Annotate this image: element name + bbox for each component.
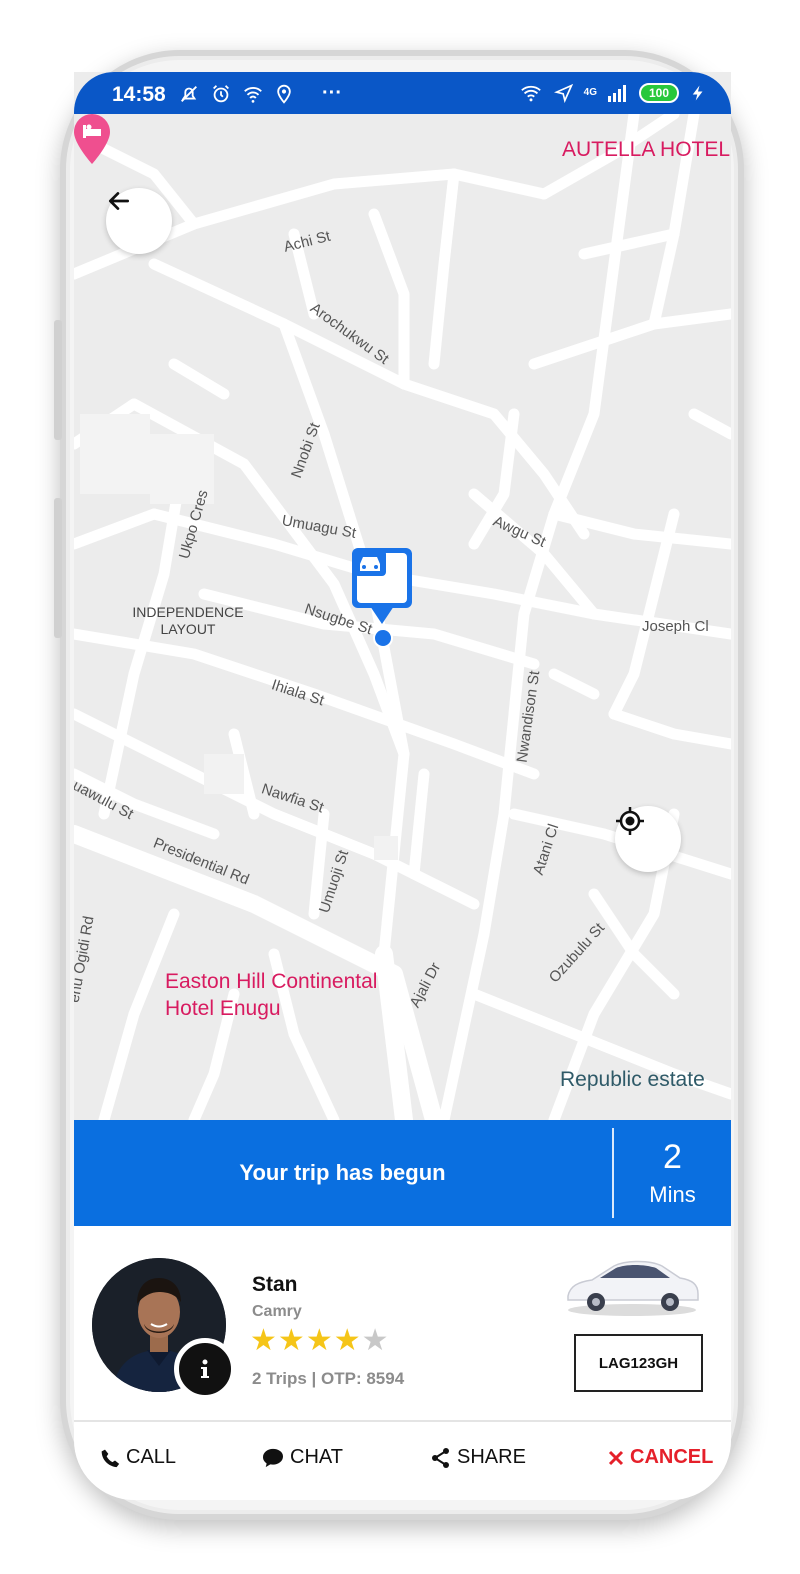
share-button[interactable]: SHARE — [431, 1446, 526, 1469]
status-time: 14:58 — [112, 83, 166, 106]
status-icons-right: 4G 100 — [518, 82, 707, 104]
action-bar: CALL CHAT SHARE CANCEL — [74, 1422, 731, 1500]
call-button[interactable]: CALL — [100, 1446, 176, 1469]
map-view[interactable]: Achi St Arochukwu St Nnobi St Ukpo Cres … — [74, 114, 731, 1120]
area-label: INDEPENDENCE LAYOUT — [132, 604, 244, 638]
muted-bell-icon — [181, 85, 197, 102]
hotel-pin-icon[interactable] — [74, 114, 110, 164]
place-republic-estate: Republic estate — [560, 1068, 705, 1091]
side-button-top — [54, 320, 62, 440]
location-pin-icon — [277, 84, 291, 104]
poi-label-line: Easton Hill Continental — [165, 970, 378, 993]
area-label-line: INDEPENDENCE — [132, 604, 244, 620]
star-icon: ★ — [277, 1324, 305, 1357]
network-type: 4G — [583, 87, 597, 98]
poi-label-line: Hotel Enugu — [165, 997, 281, 1020]
star-icon: ★ — [361, 1324, 389, 1357]
license-plate: LAG123GH — [574, 1334, 703, 1392]
navigation-arrow-icon — [553, 83, 573, 103]
driver-info-button[interactable] — [174, 1338, 236, 1400]
chat-bubble-icon — [263, 1448, 283, 1467]
car-marker-inner — [354, 550, 407, 603]
driver-card: Stan Camry ★ ★ ★ ★ ★ 2 Trips | OTP: 8594 LAG… — [74, 1226, 731, 1422]
driver-rating: ★ ★ ★ ★ ★ — [250, 1324, 389, 1358]
status-bar: 14:58 ··· 4G 100 — [74, 72, 731, 114]
charging-icon — [692, 85, 703, 101]
area-label-line: LAYOUT — [160, 621, 216, 637]
trip-status-text: Your trip has begun — [239, 1160, 446, 1185]
current-location-dot — [373, 628, 393, 648]
share-icon — [432, 1447, 449, 1468]
car-marker-tail — [370, 606, 394, 624]
back-button[interactable] — [106, 188, 172, 254]
app-screen: 14:58 ··· 4G 100 Achi St Arochukwu St Nn… — [74, 72, 731, 1500]
battery-indicator: 100 — [639, 83, 679, 103]
driver-trip-meta: 2 Trips | OTP: 8594 — [252, 1369, 405, 1388]
car-icon — [354, 550, 386, 576]
cancel-label: CANCEL — [630, 1446, 714, 1468]
chat-button[interactable]: CHAT — [262, 1446, 343, 1469]
star-icon: ★ — [305, 1324, 333, 1357]
more-indicator: ··· — [322, 82, 342, 104]
poi-easton-hill-hotel[interactable]: Easton Hill Continental Hotel Enugu — [165, 968, 377, 1022]
close-icon — [608, 1450, 624, 1465]
poi-autella-hotel[interactable]: AUTELLA HOTEL — [562, 138, 730, 162]
car-model: Camry — [252, 1303, 302, 1320]
side-button-bottom — [54, 498, 62, 638]
star-icon: ★ — [333, 1324, 361, 1357]
cancel-button[interactable]: CANCEL — [608, 1446, 713, 1469]
wifi-icon — [520, 85, 541, 102]
signal-icon — [608, 85, 626, 102]
chat-label: CHAT — [290, 1446, 343, 1468]
street-label: Joseph Cl — [642, 618, 709, 635]
share-label: SHARE — [457, 1446, 526, 1468]
alarm-icon — [213, 84, 229, 102]
wifi-small-icon — [244, 86, 262, 103]
driver-name: Stan — [252, 1273, 298, 1296]
trip-status-banner: Your trip has begun 2 Mins — [74, 1120, 731, 1226]
call-label: CALL — [126, 1446, 177, 1468]
status-icons-left: ··· — [178, 82, 342, 105]
arrow-left-icon — [108, 192, 130, 210]
car-image — [567, 1260, 699, 1316]
info-icon — [201, 1359, 209, 1378]
eta-value: 2 — [663, 1138, 682, 1176]
my-location-button[interactable] — [615, 806, 681, 872]
car-marker[interactable] — [352, 548, 412, 608]
crosshair-icon — [616, 807, 644, 835]
star-icon: ★ — [250, 1324, 277, 1357]
eta-unit: Mins — [649, 1182, 696, 1207]
phone-icon — [101, 1449, 120, 1467]
